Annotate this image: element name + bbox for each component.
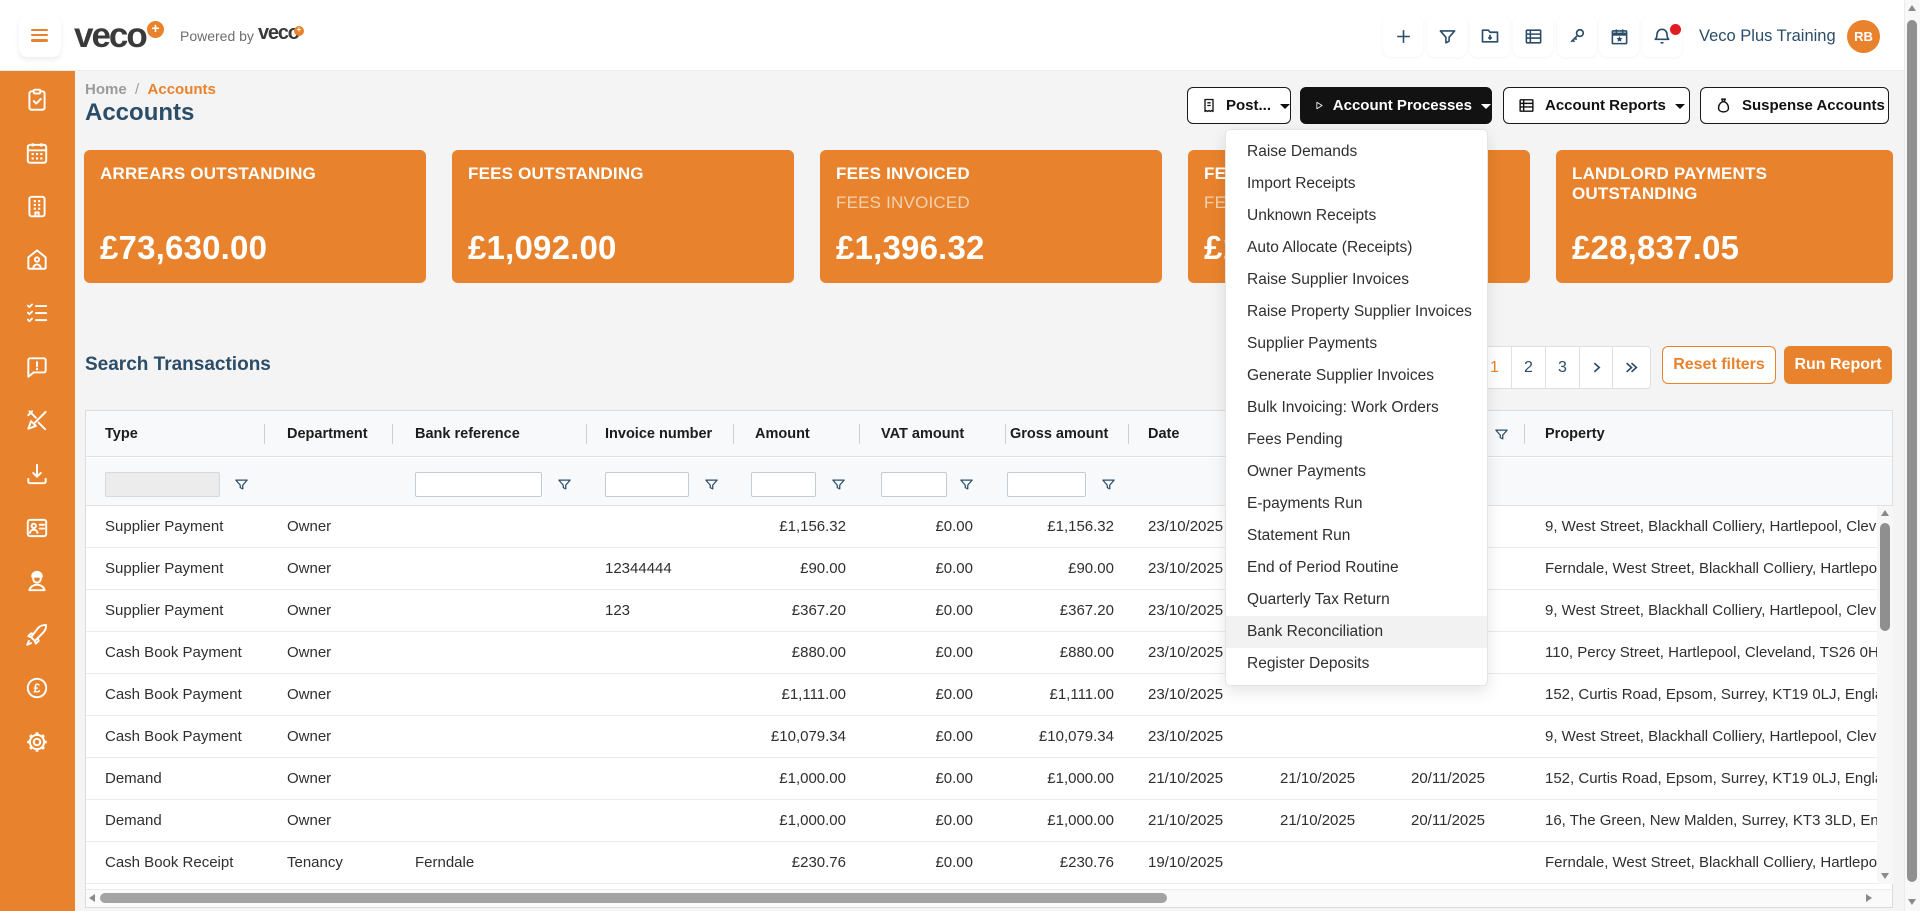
svg-text:£: £ — [34, 682, 41, 696]
